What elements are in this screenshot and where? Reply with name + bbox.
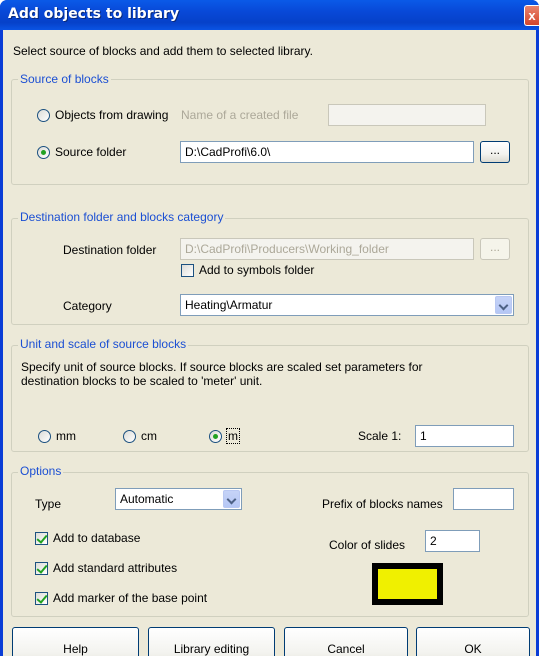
close-button[interactable]: x [524,5,539,26]
source-folder-label[interactable]: Source folder [55,145,126,159]
unit-legend: Unit and scale of source blocks [18,337,189,351]
prefix-label: Prefix of blocks names [322,497,443,511]
mm-radio[interactable] [38,430,51,443]
color-swatch[interactable] [372,563,443,605]
scale-label: Scale 1: [358,429,402,443]
source-group [11,79,529,185]
options-legend: Options [18,464,64,478]
intro-text: Select source of blocks and add them to … [13,44,313,58]
source-browse-button[interactable]: ... [480,141,510,163]
cm-label[interactable]: cm [141,429,157,443]
type-label: Type [35,497,62,511]
chevron-down-icon[interactable] [223,490,240,508]
add-objects-dialog: Add objects to library x Select source o… [0,0,539,656]
color-swatch-fill [378,569,437,599]
created-file-input[interactable] [328,104,486,126]
objects-from-drawing-label[interactable]: Objects from drawing [55,108,168,122]
m-radio[interactable] [209,430,222,443]
add-marker-checkbox[interactable] [35,592,48,605]
color-input[interactable]: 2 [425,530,480,552]
category-label: Category [63,299,112,313]
unit-description-line2: destination blocks to be scaled to 'mete… [21,374,263,388]
cancel-button[interactable]: Cancel [284,627,408,656]
scale-input[interactable]: 1 [415,425,514,447]
destination-browse-button[interactable]: ... [480,238,510,260]
dialog-title: Add objects to library [8,6,180,22]
add-attributes-label[interactable]: Add standard attributes [53,561,177,575]
help-button[interactable]: Help [12,627,139,656]
title-bar[interactable]: Add objects to library x [0,0,539,30]
mm-label[interactable]: mm [56,429,76,443]
unit-description-line1: Specify unit of source blocks. If source… [21,360,423,374]
cm-radio[interactable] [123,430,136,443]
source-folder-radio[interactable] [37,146,50,159]
destination-folder-label: Destination folder [63,243,157,257]
dialog-body: Select source of blocks and add them to … [3,30,536,656]
add-attributes-checkbox[interactable] [35,562,48,575]
ok-button[interactable]: OK [416,627,530,656]
source-folder-input[interactable]: D:\CadProfi\6.0\ [180,141,474,163]
add-database-label[interactable]: Add to database [53,531,140,545]
library-editing-button[interactable]: Library editing [148,627,275,656]
source-legend: Source of blocks [18,72,111,86]
destination-legend: Destination folder and blocks category [18,210,226,224]
add-database-checkbox[interactable] [35,532,48,545]
category-select[interactable]: Heating\Armatur [180,294,514,316]
category-value: Heating\Armatur [185,298,273,312]
chevron-down-icon[interactable] [495,296,512,314]
add-symbols-label[interactable]: Add to symbols folder [199,263,314,277]
m-label[interactable]: m [226,428,240,444]
add-symbols-checkbox[interactable] [181,264,194,277]
destination-folder-input[interactable]: D:\CadProfi\Producers\Working_folder [180,238,474,260]
type-select[interactable]: Automatic [115,488,242,510]
add-marker-label[interactable]: Add marker of the base point [53,591,207,605]
created-file-label: Name of a created file [181,108,299,122]
prefix-input[interactable] [453,488,514,510]
objects-from-drawing-radio[interactable] [37,109,50,122]
type-value: Automatic [120,492,174,506]
color-label: Color of slides [329,538,406,552]
